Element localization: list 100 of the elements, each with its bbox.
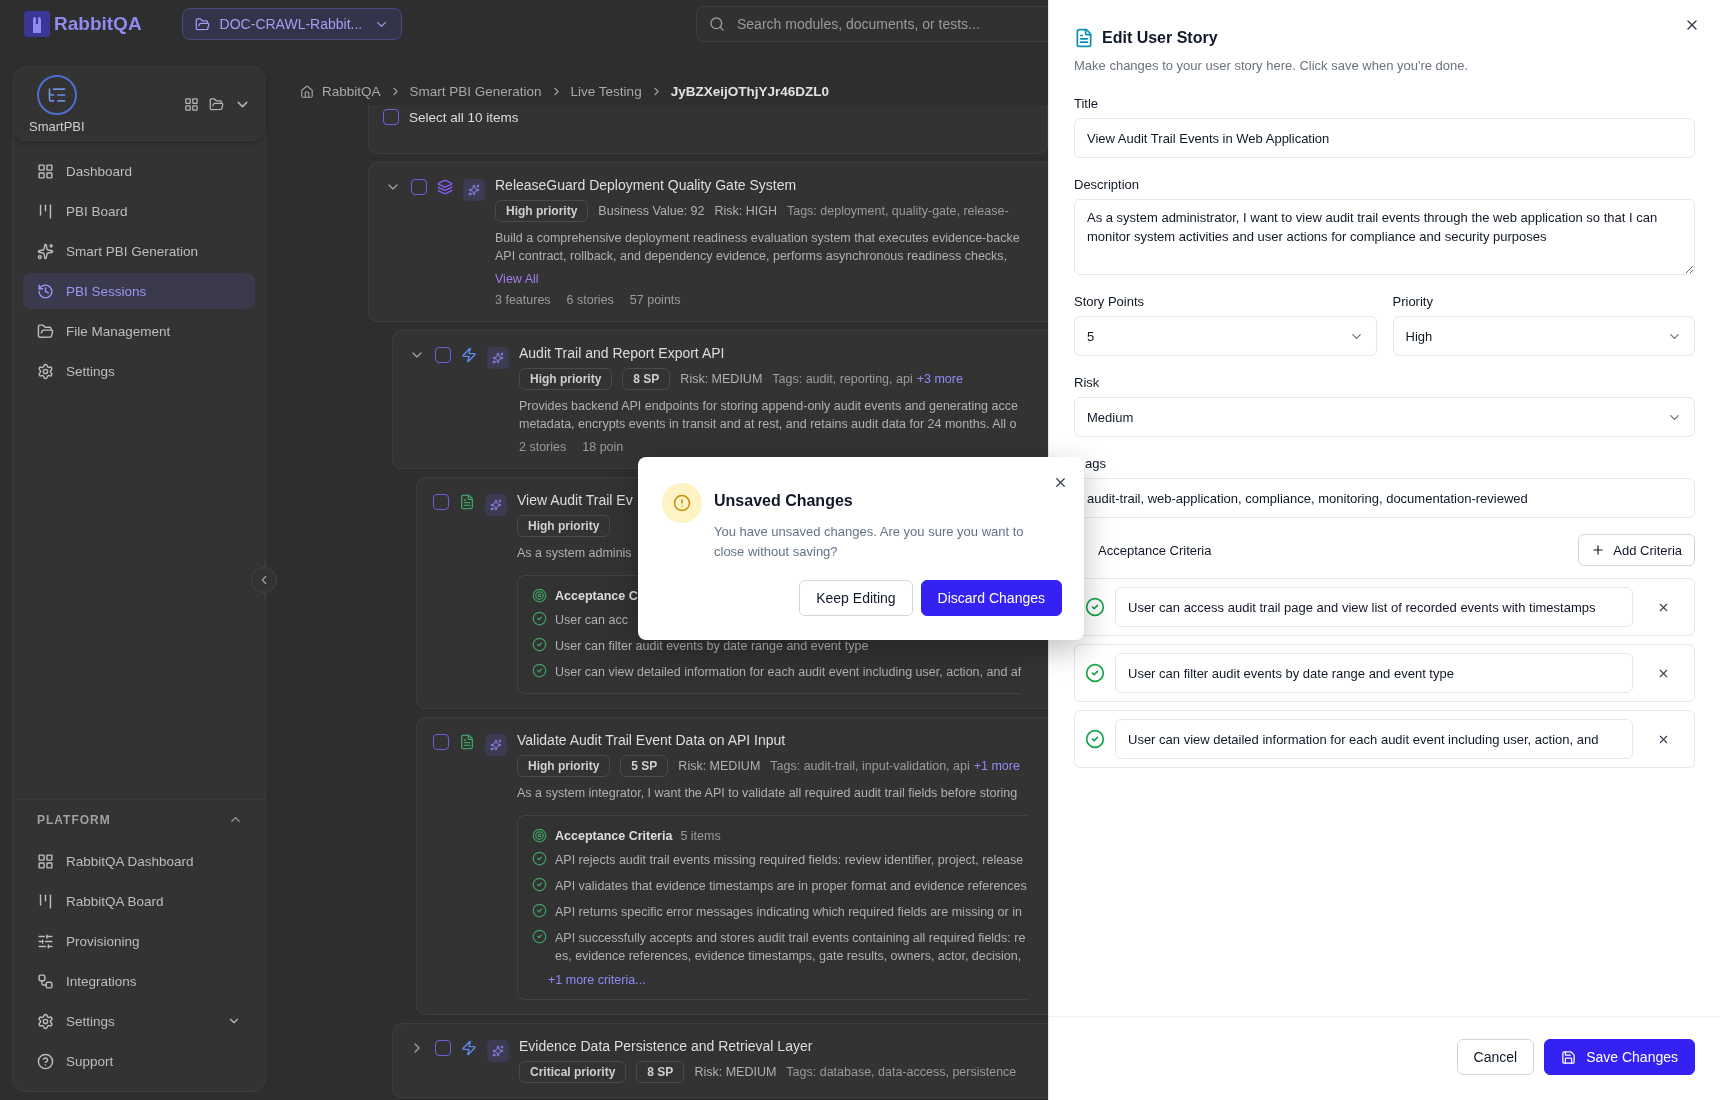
close-icon[interactable] xyxy=(1053,475,1068,490)
check-circle-icon xyxy=(532,851,547,866)
criterion-text: API rejects audit trail events missing required fields: review identifier, project, release xyxy=(555,852,1024,869)
sparkle-icon xyxy=(463,179,485,201)
field-label: Title xyxy=(1074,96,1100,111)
risk-select[interactable]: Medium xyxy=(1074,397,1695,437)
more-criteria-link[interactable]: +1 more criteria... xyxy=(548,973,646,987)
more-tags-link[interactable]: +1 more xyxy=(973,759,1020,773)
stat-text: 3 features xyxy=(495,293,551,307)
cancel-button[interactable]: Cancel xyxy=(1456,1039,1535,1075)
sparkle-icon xyxy=(37,242,54,260)
check-circle-icon xyxy=(1085,729,1105,749)
criterion-input[interactable]: User can access audit trail page and view list of recorded events with timestamps xyxy=(1115,587,1633,627)
criteria-label: Acceptance Criteria xyxy=(1097,542,1212,558)
save-button[interactable]: Save Changes xyxy=(1544,1039,1695,1075)
criteria-title: Acceptance Criteria xyxy=(555,828,673,843)
target-icon xyxy=(532,828,547,843)
description-input[interactable]: As a system administrator, I want to view audit trail events through the web application so that I can monitor system activities and user actions for compliance and security purposes xyxy=(1074,199,1695,275)
nav-item[interactable]: Dashboard xyxy=(23,153,255,189)
description-text: Provides backend API endpoints for storing append-only audit events and generating acce xyxy=(519,398,1018,415)
nav-item[interactable]: Settings xyxy=(23,1003,255,1039)
dialog-title: Unsaved Changes xyxy=(714,492,854,510)
section-title: PLATFORM xyxy=(37,812,111,827)
nav-item[interactable]: File Management xyxy=(23,313,255,349)
criterion-text: es, evidence references, evidence timestamps, gate results, owners, actor, decision, xyxy=(555,948,1022,965)
checkbox[interactable] xyxy=(435,347,451,363)
warning-icon xyxy=(662,483,702,523)
logo-text: RabbitQA xyxy=(54,13,142,35)
title-input[interactable]: View Audit Trail Events in Web Application xyxy=(1074,118,1695,158)
grid-icon[interactable] xyxy=(184,97,199,112)
board-icon xyxy=(37,202,54,220)
search-input[interactable]: Search modules, documents, or tests... xyxy=(735,15,1036,33)
breadcrumb-link[interactable]: JyBZXeijOThjYJr46DZL0 xyxy=(670,84,829,99)
item-title[interactable]: Evidence Data Persistence and Retrieval Layer xyxy=(519,1038,813,1054)
add-criteria-button[interactable]: Add Criteria xyxy=(1578,534,1695,566)
stat-text: 18 poin xyxy=(582,440,624,454)
home-icon[interactable] xyxy=(300,84,314,99)
list-icon xyxy=(46,85,67,105)
nav-item[interactable]: Settings xyxy=(23,353,255,389)
document-icon xyxy=(459,494,475,510)
stat-text: 57 points xyxy=(629,293,681,307)
breadcrumb-link[interactable]: RabbitQA xyxy=(322,84,381,99)
stat-text: 6 stories xyxy=(566,293,614,307)
more-tags-link[interactable]: +3 more xyxy=(916,372,963,386)
checkbox[interactable] xyxy=(435,1040,451,1056)
breadcrumb-link[interactable]: Smart PBI Generation xyxy=(409,84,542,99)
meta-text: Risk: MEDIUM xyxy=(694,1065,777,1079)
check-circle-icon xyxy=(532,663,547,678)
checkbox[interactable] xyxy=(433,494,449,510)
nav-item[interactable]: Smart PBI Generation xyxy=(23,233,255,269)
priority-select[interactable]: High xyxy=(1392,316,1695,356)
checkbox[interactable] xyxy=(383,109,399,125)
select-all-label: Select all 10 items xyxy=(409,109,519,125)
nav-item[interactable]: RabbitQA Board xyxy=(23,883,255,919)
stat-text: 2 stories xyxy=(519,440,567,454)
criterion-text: User can filter audit events by date range and event type xyxy=(555,638,869,655)
item-title[interactable]: ReleaseGuard Deployment Quality Gate System xyxy=(495,177,797,193)
folder-icon xyxy=(37,322,54,340)
meta-text: Risk: MEDIUM xyxy=(678,759,761,773)
checkbox[interactable] xyxy=(433,734,449,750)
check-circle-icon xyxy=(1085,663,1105,683)
view-all-link[interactable]: View All xyxy=(495,272,539,286)
tags-text: Tags: database, data-access, persistence xyxy=(786,1065,1017,1079)
settings-icon xyxy=(37,362,54,380)
nav-item[interactable]: RabbitQA Dashboard xyxy=(23,843,255,879)
description-text: As a system integrator, I want the API to validate all required audit trail fields before storing xyxy=(517,785,1018,802)
check-circle-icon xyxy=(532,611,547,626)
criterion-input[interactable]: User can view detailed information for each audit event including user, action, and xyxy=(1115,719,1633,759)
criterion-input[interactable]: User can filter audit events by date range and event type xyxy=(1115,653,1633,693)
sparkle-icon xyxy=(485,734,507,756)
layers-icon xyxy=(437,179,453,195)
sliders-icon xyxy=(37,932,54,950)
dialog-message: You have unsaved changes. Are you sure you want to close without saving? xyxy=(714,523,1025,561)
nav-item[interactable]: Integrations xyxy=(23,963,255,999)
folder-icon[interactable] xyxy=(209,97,224,112)
grid-icon xyxy=(37,852,54,870)
breadcrumb-link[interactable]: Live Testing xyxy=(570,84,642,99)
app-logo[interactable] xyxy=(36,75,77,115)
story-points-select[interactable]: 5 xyxy=(1074,316,1377,356)
priority-badge: High priority xyxy=(517,755,611,777)
folder-icon xyxy=(194,16,210,32)
nav-item[interactable]: Provisioning xyxy=(23,923,255,959)
keep-editing-button[interactable]: Keep Editing xyxy=(799,580,913,616)
item-title[interactable]: Audit Trail and Report Export API xyxy=(519,345,725,361)
nav-item[interactable]: Support xyxy=(23,1043,255,1079)
save-icon xyxy=(1561,1049,1577,1065)
checkbox[interactable] xyxy=(411,179,427,195)
nav-item[interactable]: PBI Sessions xyxy=(23,273,255,309)
history-icon xyxy=(37,282,54,300)
plus-icon xyxy=(1591,543,1606,557)
nav-item[interactable]: PBI Board xyxy=(23,193,255,229)
project-selector[interactable]: DOC-CRAWL-Rabbit... xyxy=(181,8,402,40)
criterion-text: API successfully accepts and stores audit trail events containing all required fields: re xyxy=(555,930,1026,947)
search-field[interactable]: Search modules, documents, or tests... xyxy=(696,6,1048,42)
discard-button[interactable]: Discard Changes xyxy=(920,580,1062,616)
lightning-icon xyxy=(461,1040,477,1056)
item-title[interactable]: Validate Audit Trail Event Data on API Input xyxy=(517,732,786,748)
item-title[interactable]: View Audit Trail Ev xyxy=(517,492,633,508)
meta-text: Risk: MEDIUM xyxy=(680,372,763,386)
criteria-title: Acceptance C xyxy=(555,588,638,603)
